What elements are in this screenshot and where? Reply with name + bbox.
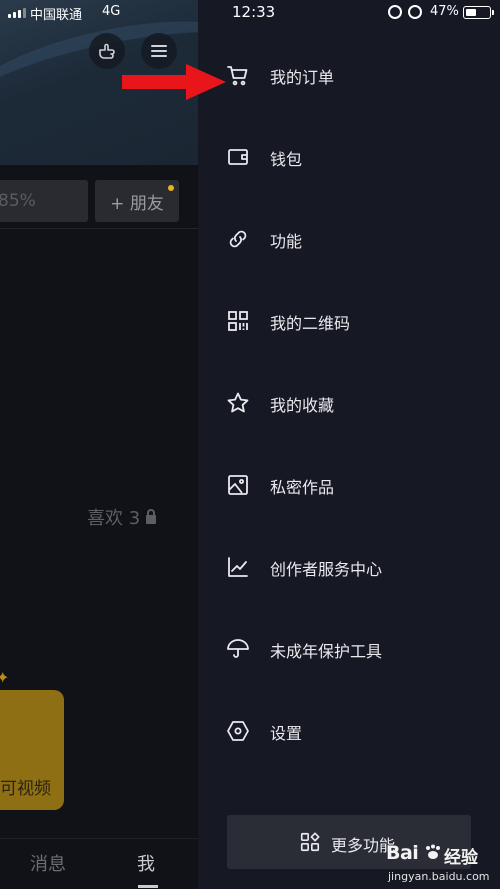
watermark-brand-cn: 经验: [444, 848, 478, 868]
image-icon: [226, 473, 250, 497]
add-friend-button[interactable]: + 朋友: [95, 180, 179, 222]
bottom-tab-bar: 消息 我: [0, 838, 198, 889]
rotation-lock-icon: [388, 5, 402, 19]
menu-item-label: 钱包: [270, 150, 303, 169]
clock: 12:33: [232, 3, 276, 21]
active-tab-indicator: [138, 885, 158, 888]
menu-item-wallet[interactable]: 钱包: [198, 129, 500, 185]
menu-item-settings[interactable]: 设置: [198, 703, 500, 759]
profile-completion-text: 85%: [0, 191, 36, 211]
profile-completion-box[interactable]: 85%: [0, 180, 88, 222]
tab-messages[interactable]: 消息: [30, 850, 66, 876]
cart-icon: [226, 63, 250, 87]
video-card-label: 可视频: [0, 779, 51, 799]
wallet-icon: [226, 145, 250, 169]
menu-item-label: 功能: [270, 232, 303, 251]
battery-percent: 47%: [430, 4, 459, 19]
likes-tab[interactable]: 喜欢 3: [87, 504, 157, 530]
video-card[interactable]: 可视频: [0, 690, 64, 810]
menu-item-label: 私密作品: [270, 478, 335, 497]
menu-item-label: 设置: [270, 724, 303, 743]
annotation-arrow-icon: [122, 64, 226, 100]
menu-item-minor-protection[interactable]: 未成年保护工具: [198, 621, 500, 677]
notification-dot: [168, 185, 174, 191]
watermark-brand: Bai: [386, 842, 419, 864]
menu-item-label: 创作者服务中心: [270, 560, 383, 579]
battery-fill: [466, 9, 476, 16]
alarm-icon: [408, 5, 422, 19]
star-icon: [226, 391, 250, 415]
umbrella-icon: [226, 637, 250, 661]
menu-item-label: 我的二维码: [270, 314, 351, 333]
tab-me[interactable]: 我: [137, 850, 155, 876]
menu-item-my-qr-code[interactable]: 我的二维码: [198, 293, 500, 349]
paw-logo-icon: [426, 844, 440, 859]
grid-apps-icon: [299, 831, 321, 853]
menu-item-label: 未成年保护工具: [270, 642, 383, 661]
watermark-url: jingyan.baidu.com: [388, 870, 490, 883]
menu-item-label: 我的收藏: [270, 396, 335, 415]
battery-icon: [463, 6, 494, 19]
link-icon: [226, 227, 250, 251]
baidu-jingyan-watermark: Bai 经验 jingyan.baidu.com: [386, 842, 498, 888]
hamburger-icon: [151, 42, 167, 60]
network-type: 4G: [102, 4, 121, 19]
menu-item-creator-center[interactable]: 创作者服务中心: [198, 539, 500, 595]
hand-point-icon: [99, 43, 115, 59]
profile-page-background: 85% + 朋友 喜欢 3 ✦ 可视频 消息 我: [0, 0, 198, 889]
side-drawer: 我的订单 钱包 功能 我的二维码 我的收藏 私密作品 创作者服务中心 未成年保护…: [198, 0, 500, 889]
signal-strength-icon: [8, 7, 26, 18]
carrier-name: 中国联通: [30, 8, 83, 23]
lock-icon: [146, 508, 157, 524]
menu-item-features[interactable]: 功能: [198, 211, 500, 267]
add-friend-label: + 朋友: [110, 193, 164, 214]
menu-item-private-works[interactable]: 私密作品: [198, 457, 500, 513]
menu-item-label: 我的订单: [270, 68, 335, 87]
likes-label: 喜欢 3: [87, 508, 141, 529]
menu-item-favorites[interactable]: 我的收藏: [198, 375, 500, 431]
status-bar: 中国联通 4G 12:33 47%: [0, 0, 500, 26]
settings-hexagon-icon: [226, 719, 250, 743]
sparkle-icon: ✦: [0, 668, 10, 687]
qr-code-icon: [226, 309, 250, 333]
divider: [0, 228, 198, 229]
chart-line-icon: [226, 555, 250, 579]
menu-item-my-orders[interactable]: 我的订单: [198, 47, 500, 103]
